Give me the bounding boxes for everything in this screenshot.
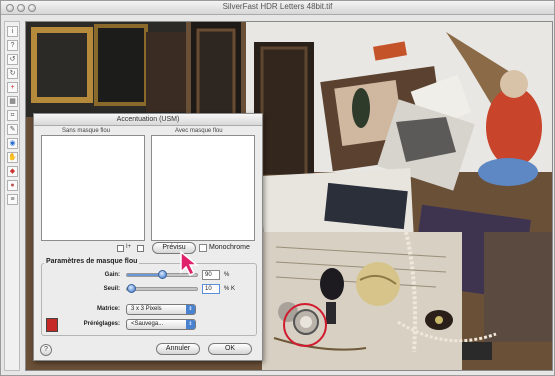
threshold-slider[interactable] xyxy=(126,287,198,291)
gain-slider-fill xyxy=(127,274,162,276)
palette-icon[interactable]: ● xyxy=(7,180,18,191)
presets-popup[interactable]: <Sauvega... ⇕ xyxy=(126,319,196,330)
gain-unit: % xyxy=(224,272,230,278)
split-view-icon[interactable] xyxy=(117,245,124,252)
matrix-value: 3 x 3 Pixels xyxy=(131,306,162,312)
before-preview-box xyxy=(41,135,145,241)
highlight-circle xyxy=(283,303,327,347)
after-preview-label: Avec masque flou xyxy=(175,128,223,134)
dialog-title: Accentuation (USM) xyxy=(34,114,262,126)
pipette-icon[interactable]: ✎ xyxy=(7,124,18,135)
help-button[interactable]: ? xyxy=(40,344,52,356)
after-preview-box xyxy=(151,135,255,241)
rotate-left-icon[interactable]: ↺ xyxy=(7,54,18,65)
threshold-unit: % K xyxy=(224,286,236,292)
toggle-view-icon[interactable]: I+ xyxy=(126,244,131,250)
matrix-popup[interactable]: 3 x 3 Pixels ⇕ xyxy=(126,304,196,315)
grid-icon[interactable]: ▦ xyxy=(7,96,18,107)
ok-button[interactable]: OK xyxy=(208,343,252,355)
left-toolbar: i ? ↺ ↻ + ▦ ⌗ ✎ ◉ ✋ ◆ ● ≡ xyxy=(4,21,20,371)
gain-label: Gain: xyxy=(104,272,120,278)
silverfast-window: SilverFast HDR Letters 48bit.tif i ? ↺ ↻… xyxy=(0,0,555,376)
gain-value-field[interactable]: 90 xyxy=(202,270,220,280)
presets-value: <Sauvega... xyxy=(131,321,164,327)
rotate-right-icon[interactable]: ↻ xyxy=(7,68,18,79)
color-icon[interactable]: ◆ xyxy=(7,166,18,177)
cancel-button[interactable]: Annuler xyxy=(156,343,200,355)
crosshair-icon[interactable]: + xyxy=(7,82,18,93)
popup-arrows-icon: ⇕ xyxy=(186,320,195,329)
layers-icon[interactable]: ≡ xyxy=(7,194,18,205)
preset-document-icon[interactable] xyxy=(46,318,58,332)
window-titlebar: SilverFast HDR Letters 48bit.tif xyxy=(1,1,554,15)
threshold-value-field[interactable]: 10 xyxy=(202,284,220,294)
pointer-cursor-icon xyxy=(180,250,200,276)
hand-icon[interactable]: ✋ xyxy=(7,152,18,163)
info-icon[interactable]: i xyxy=(7,26,18,37)
side-view-icon[interactable] xyxy=(137,245,144,252)
crop-icon[interactable]: ⌗ xyxy=(7,110,18,121)
matrix-label: Matrice: xyxy=(96,306,120,312)
window-title: SilverFast HDR Letters 48bit.tif xyxy=(222,2,333,11)
zoom-icon[interactable]: ◉ xyxy=(7,138,18,149)
gain-slider-thumb[interactable] xyxy=(157,270,167,279)
monochrome-label: Monochrome xyxy=(209,244,250,251)
threshold-label: Seuil: xyxy=(103,286,120,292)
popup-arrows-icon: ⇕ xyxy=(186,305,195,314)
before-preview-label: Sans masque flou xyxy=(62,128,111,134)
usm-dialog: Accentuation (USM) Sans masque flou Avec… xyxy=(33,113,263,361)
presets-label: Préréglages: xyxy=(83,321,120,327)
question-icon[interactable]: ? xyxy=(7,40,18,51)
group-title: Paramètres de masque flou xyxy=(44,258,140,265)
